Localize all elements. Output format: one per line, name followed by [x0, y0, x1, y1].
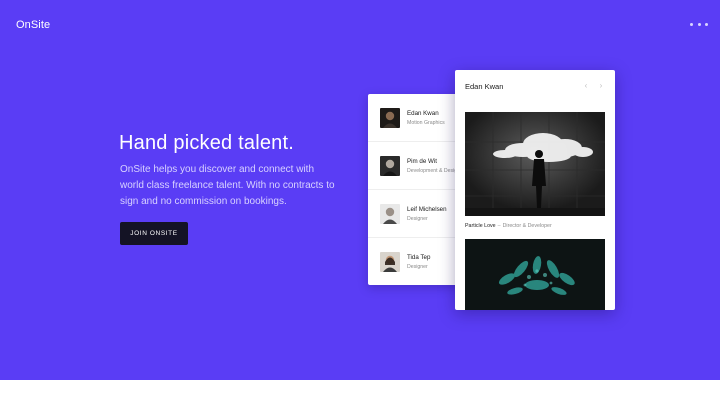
hero-headline: Hand picked talent. — [119, 132, 295, 154]
caption-separator: – — [497, 223, 501, 229]
talent-list-item[interactable]: Pim de Wit Development & Design — [368, 142, 468, 190]
talent-list-item[interactable]: Leif Michelsen Designer — [368, 190, 468, 238]
talent-list-item[interactable]: Tida Tep Designer — [368, 238, 468, 285]
hero-section: OnSite Hand picked talent. OnSite helps … — [0, 0, 720, 380]
project-role: Director & Developer — [502, 223, 552, 229]
talent-role: Designer — [407, 264, 428, 270]
brand-logo[interactable]: OnSite — [16, 19, 50, 31]
talent-list-item[interactable]: Edan Kwan Motion Graphics — [368, 94, 468, 142]
avatar — [380, 204, 400, 224]
avatar — [380, 252, 400, 272]
talent-role: Designer — [407, 216, 428, 222]
project-title[interactable]: Particle Love — [465, 223, 496, 229]
project-image[interactable] — [465, 239, 605, 310]
more-menu-icon[interactable] — [690, 20, 708, 28]
hero-description: OnSite helps you discover and connect wi… — [120, 164, 335, 207]
detail-talent-name: Edan Kwan — [465, 82, 504, 91]
project-image[interactable] — [465, 112, 605, 216]
talent-role: Motion Graphics — [407, 120, 445, 126]
talent-name: Tida Tep — [407, 254, 431, 261]
talent-name: Pim de Wit — [407, 158, 437, 165]
join-onsite-button[interactable]: JOIN ONSITE — [120, 222, 188, 245]
talent-detail-card: Edan Kwan ‹ › Particle Love – Director &… — [455, 70, 615, 310]
avatar — [380, 108, 400, 128]
talent-role: Development & Design — [407, 168, 461, 174]
talent-name: Edan Kwan — [407, 110, 439, 117]
project-caption: Particle Love – Director & Developer — [465, 223, 552, 229]
chevron-left-icon[interactable]: ‹ — [581, 81, 591, 91]
talent-name: Leif Michelsen — [407, 206, 447, 213]
chevron-right-icon[interactable]: › — [596, 81, 606, 91]
avatar — [380, 156, 400, 176]
talent-list-card: Edan Kwan Motion Graphics Pim de Wit Dev… — [368, 94, 468, 285]
